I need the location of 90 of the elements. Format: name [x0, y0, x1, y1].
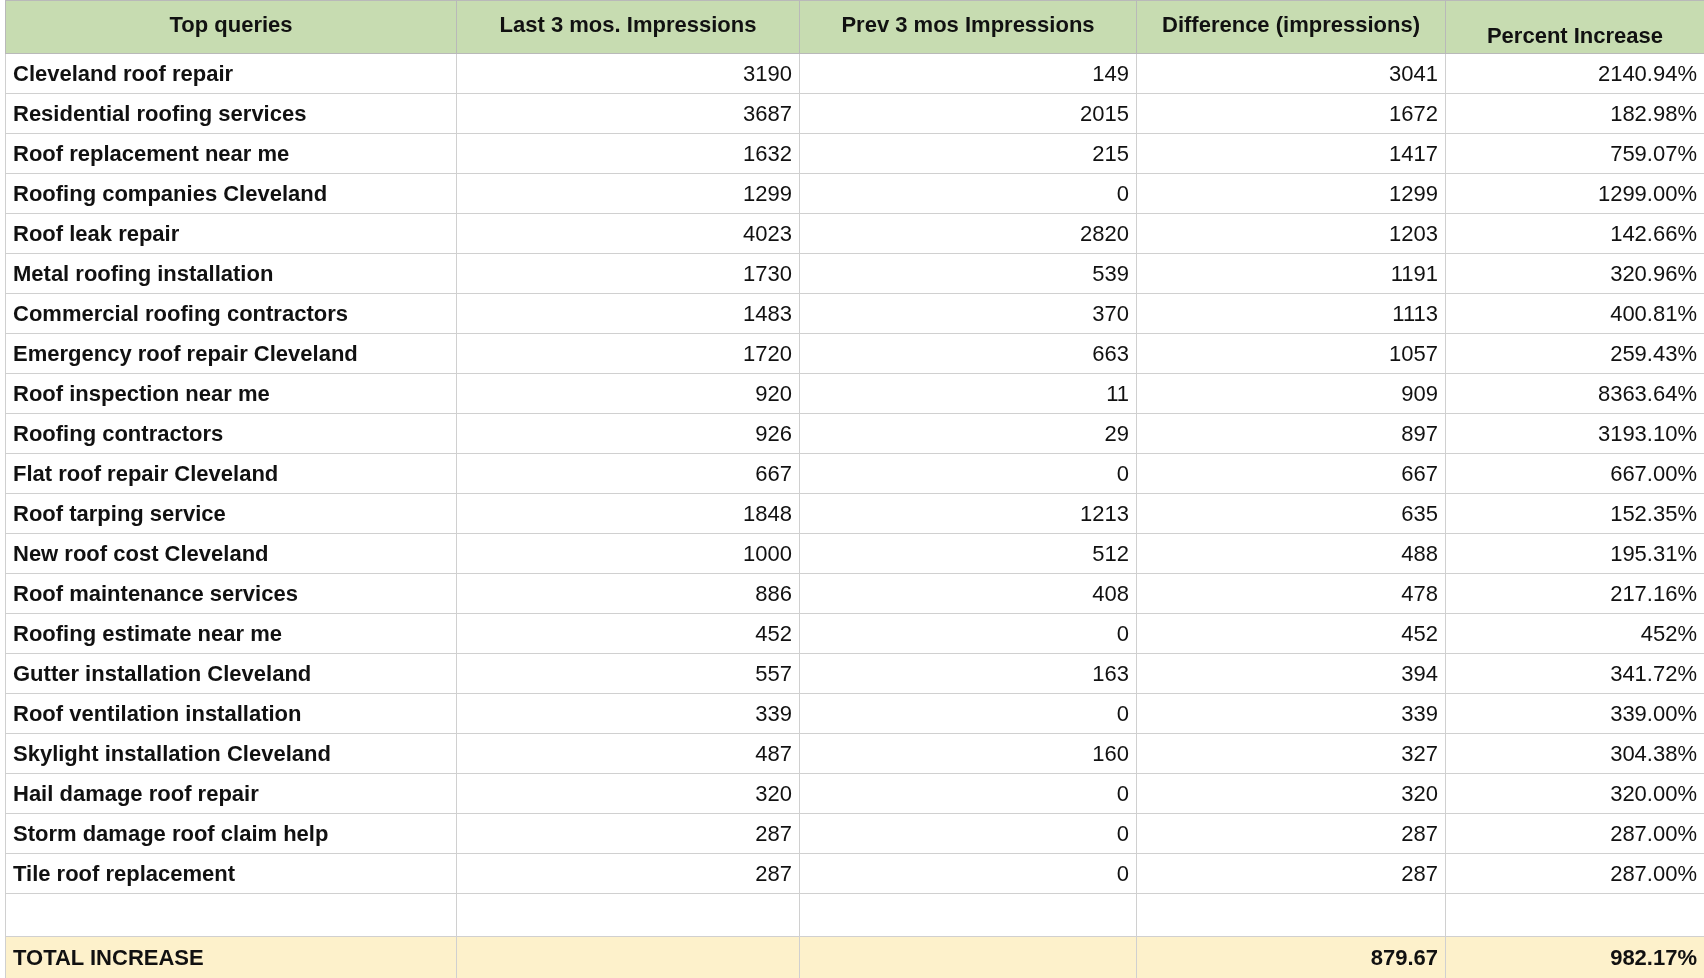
table-cell: 557: [456, 653, 800, 694]
query-cell: Emergency roof repair Cleveland: [5, 333, 457, 374]
table-cell: 897: [1136, 413, 1446, 454]
table-cell: 452: [456, 613, 800, 654]
table-cell: 1213: [799, 493, 1137, 534]
table-cell: 667: [1136, 453, 1446, 494]
table-cell: 149: [799, 53, 1137, 94]
column-header: Difference (impressions): [1136, 0, 1446, 54]
table-cell: 339: [1136, 693, 1446, 734]
table-cell: 0: [799, 613, 1137, 654]
table-cell: 512: [799, 533, 1137, 574]
query-cell: Gutter installation Cleveland: [5, 653, 457, 694]
table-cell: 1191: [1136, 253, 1446, 294]
table-cell: 3190: [456, 53, 800, 94]
table-cell: 1632: [456, 133, 800, 174]
table-cell: 3041: [1136, 53, 1446, 94]
query-cell: Cleveland roof repair: [5, 53, 457, 94]
table-cell: 0: [799, 453, 1137, 494]
query-cell: Tile roof replacement: [5, 853, 457, 894]
column-header: Top queries: [5, 0, 457, 54]
table-cell: 0: [799, 853, 1137, 894]
query-cell: Metal roofing installation: [5, 253, 457, 294]
table-cell: 1000: [456, 533, 800, 574]
table-cell: 327: [1136, 733, 1446, 774]
query-cell: Roof tarping service: [5, 493, 457, 534]
query-cell: Skylight installation Cleveland: [5, 733, 457, 774]
table-cell: 1057: [1136, 333, 1446, 374]
table-cell: 320: [1136, 773, 1446, 814]
table-cell: 394: [1136, 653, 1446, 694]
table-cell: 0: [799, 173, 1137, 214]
table-cell: 1730: [456, 253, 800, 294]
query-cell: Roof replacement near me: [5, 133, 457, 174]
table-cell: 11: [799, 373, 1137, 414]
table-cell: 1848: [456, 493, 800, 534]
table-cell: 1417: [1136, 133, 1446, 174]
table-cell: 663: [799, 333, 1137, 374]
table-cell: 320: [456, 773, 800, 814]
table-cell: 2015: [799, 93, 1137, 134]
total-label: TOTAL INCREASE: [5, 936, 457, 978]
table-cell: 287: [456, 853, 800, 894]
table-cell: 1113: [1136, 293, 1446, 334]
table-cell: 0: [799, 813, 1137, 854]
column-header: Percent Increase: [1445, 0, 1704, 54]
query-cell: Roofing contractors: [5, 413, 457, 454]
table-cell: 287: [1136, 853, 1446, 894]
table-cell: 1203: [1136, 213, 1446, 254]
table-cell: 909: [1136, 373, 1446, 414]
query-cell: Residential roofing services: [5, 93, 457, 134]
table-cell: 3687: [456, 93, 800, 134]
table-cell: 29: [799, 413, 1137, 454]
table-cell: 0: [799, 693, 1137, 734]
table-cell: 886: [456, 573, 800, 614]
table-cell: 339: [456, 693, 800, 734]
table-cell: 1483: [456, 293, 800, 334]
column-header: Prev 3 mos Impressions: [799, 0, 1137, 54]
table-cell: 287: [1136, 813, 1446, 854]
table-cell: 488: [1136, 533, 1446, 574]
table-cell: 370: [799, 293, 1137, 334]
query-cell: Flat roof repair Cleveland: [5, 453, 457, 494]
table-cell: 287: [456, 813, 800, 854]
query-cell: Roof leak repair: [5, 213, 457, 254]
query-cell: Roof ventilation installation: [5, 693, 457, 734]
query-cell: Hail damage roof repair: [5, 773, 457, 814]
table-cell: 1672: [1136, 93, 1446, 134]
table-cell: 539: [799, 253, 1137, 294]
query-cell: Roofing companies Cleveland: [5, 173, 457, 214]
table-cell: 0: [799, 773, 1137, 814]
table-cell: 452: [1136, 613, 1446, 654]
query-cell: Commercial roofing contractors: [5, 293, 457, 334]
query-cell: Roof inspection near me: [5, 373, 457, 414]
table-cell: 1299: [1136, 173, 1446, 214]
table-cell: 1720: [456, 333, 800, 374]
table-cell: 2820: [799, 213, 1137, 254]
query-cell: Roof maintenance services: [5, 573, 457, 614]
table-cell: 4023: [456, 213, 800, 254]
table-cell: 478: [1136, 573, 1446, 614]
table-cell: 635: [1136, 493, 1446, 534]
table-cell: 920: [456, 373, 800, 414]
query-cell: Storm damage roof claim help: [5, 813, 457, 854]
table-cell: 160: [799, 733, 1137, 774]
table-cell: 667: [456, 453, 800, 494]
query-cell: Roofing estimate near me: [5, 613, 457, 654]
table-cell: 163: [799, 653, 1137, 694]
table-cell: 408: [799, 573, 1137, 614]
table-cell: 1299: [456, 173, 800, 214]
table-cell: 487: [456, 733, 800, 774]
table-cell: 215: [799, 133, 1137, 174]
column-header: Last 3 mos. Impressions: [456, 0, 800, 54]
query-cell: New roof cost Cleveland: [5, 533, 457, 574]
table-cell: 926: [456, 413, 800, 454]
